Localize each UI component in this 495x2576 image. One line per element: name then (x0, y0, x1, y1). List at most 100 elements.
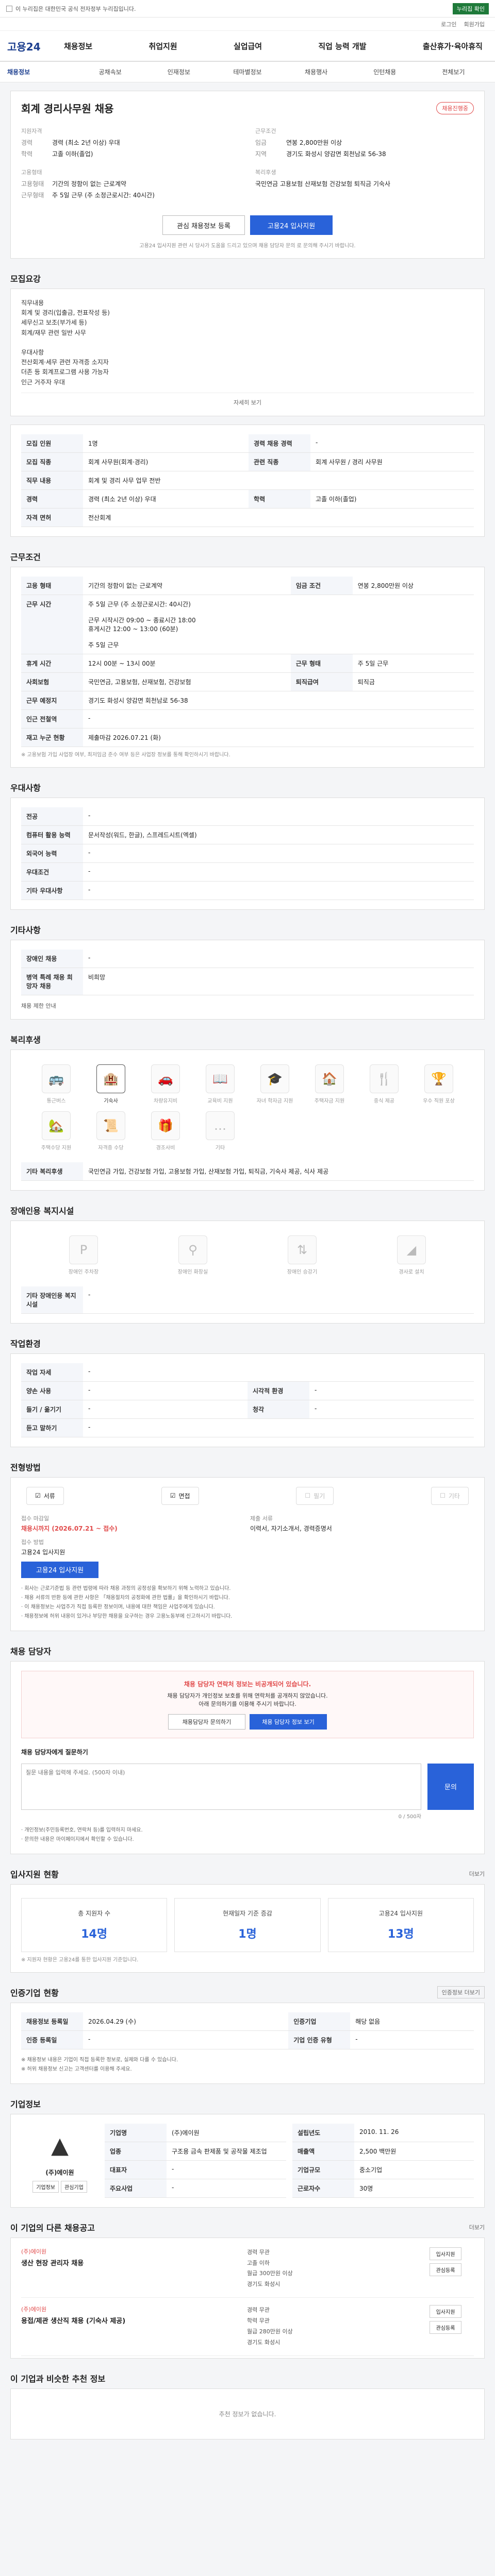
row-key: 경력 (21, 139, 33, 146)
row-key: 고용 형태 (21, 576, 83, 595)
status-badge: 채용진행중 (436, 101, 474, 114)
company-info-button[interactable]: 기업정보 (32, 2180, 59, 2193)
section-title: 기타사항 (10, 925, 41, 935)
job-row[interactable]: (주)에이원 생산 현장 관리자 채용 경력 무관 고졸 이하 월급 300만원 이상 경… (21, 2240, 474, 2298)
login-link[interactable]: 로그인 (441, 20, 456, 28)
row-key: 지역 (255, 150, 267, 158)
note-line: ※ 채용정보 내용은 기업이 직접 등록한 정보로, 실제와 다를 수 있습니다… (21, 2057, 178, 2063)
nav-item[interactable]: 직업 능력 개발 (318, 41, 366, 52)
favorite-button[interactable]: 관심등록 (429, 2321, 462, 2334)
prefer-table: 전공 - 컴퓨터 활용 능력 문서작성(워드, 한글), 스프레드시트(엑셀) 외국어 … (10, 797, 485, 910)
row-value: 고졸 이하(졸업) (52, 150, 93, 158)
row-value: 경기도 화성시 양감면 회천남로 56-38 (83, 691, 474, 710)
row-key: 들기 / 옮기기 (21, 1400, 83, 1419)
site-logo[interactable]: 고용24 (7, 39, 64, 54)
more-link[interactable]: 더보기 (469, 2223, 485, 2231)
method-option: ☑ 서류 (26, 1486, 64, 1505)
table-row: 재고 누군 현황 제출마감 2026.07.21 (화) (21, 728, 474, 747)
contact-info-button[interactable]: 채용 담당자 정보 보기 (250, 1714, 327, 1730)
row-value: - (167, 2179, 286, 2198)
row-key: 컴퓨터 활용 능력 (21, 825, 83, 844)
row-value: 경기도 화성시 양감면 회천남로 56-38 (286, 150, 386, 158)
favorite-company-button[interactable]: 관심기업 (61, 2180, 87, 2193)
job-title[interactable]: 생산 현장 관리자 채용 (21, 2258, 247, 2267)
favorite-button[interactable]: 관심등록 (429, 2263, 462, 2276)
row-key: 기타 우대사항 (21, 881, 83, 900)
welfare-label: 기숙사 (104, 1098, 118, 1104)
verify-button[interactable]: 누리집 확인 (452, 3, 489, 14)
job-row[interactable]: (주)에이원 용접/제관 생산직 채용 (기숙사 제공) 경력 무관 학력 무관 월급 … (21, 2298, 474, 2356)
toilet-icon: ⚲ (178, 1235, 207, 1264)
section-title: 복리후생 (10, 1035, 41, 1045)
more-link[interactable]: 더보기 (469, 1870, 485, 1878)
condition-block: 근무조건 임금 연봉 2,800만원 이상 지역 경기도 화성시 양감면 회천남로 … (255, 127, 474, 161)
welfare-label: 자녀 학자금 지원 (256, 1098, 293, 1104)
apply-button[interactable]: 고용24 입사지원 (21, 1561, 98, 1578)
nav-item[interactable]: 채용정보 (64, 41, 92, 52)
row-key: 직무 내용 (21, 471, 83, 490)
welfare-item: 🏨 기숙사 (86, 1064, 136, 1104)
sub-nav-item[interactable]: 채용행사 (282, 67, 351, 76)
job-meta-item: 경력 무관 (247, 2307, 270, 2314)
row-key: 근로자수 (292, 2179, 354, 2198)
row-value: 회계 사무원(회계·경리) (83, 452, 249, 471)
table-row: 인증 등록일 - 기업 인증 유형 - (21, 2030, 474, 2049)
restriction-link[interactable]: 채용 제한 안내 (21, 1002, 474, 1010)
sub-nav-item[interactable]: 전체보기 (419, 67, 488, 76)
row-value: 회계 및 경리 사무 업무 전반 (83, 471, 474, 490)
job-meta-item: 월급 300만원 이상 (247, 2270, 293, 2277)
nav-item[interactable]: 취업지원 (148, 41, 177, 52)
row-value: 연봉 2,800만원 이상 (286, 139, 342, 146)
more-button[interactable]: 자세히 보기 (21, 392, 474, 406)
row-value: 이력서, 자기소개서, 경력증명서 (250, 1524, 332, 1532)
sub-nav-item[interactable]: 인재정보 (144, 67, 213, 76)
section-title: 작업환경 (10, 1338, 41, 1349)
nav-item[interactable]: 출산휴가·육아휴직 (423, 41, 483, 52)
apply-button[interactable]: 입사지원 (429, 2247, 462, 2260)
welfare-label: 자격증 수당 (98, 1145, 124, 1151)
table-row: 업종 구조용 금속 판제품 및 공작물 제조업 (105, 2142, 286, 2161)
employment-block: 고용형태 고용형태 기간의 정함이 없는 근로계약 근무형태 주 5일 근무 (주 … (21, 168, 240, 202)
welfare-item: 🍴 중식 제공 (359, 1064, 409, 1104)
conditions-note: ※ 고용보험 가입 사업장 여부, 최저임금 준수 여부 등은 사업장 정보를 … (21, 752, 230, 758)
apply-button[interactable]: 입사지원 (429, 2305, 462, 2318)
row-key: 접수 마감일 (21, 1515, 50, 1522)
table-row: 듣고 말하기 - (21, 1418, 474, 1437)
row-value: 국민연금 가입, 건강보험 가입, 고용보험 가입, 산재보험 가입, 퇴직금,… (83, 1162, 474, 1181)
table-row: 기업명 (주)에이원 (105, 2123, 286, 2142)
sub-nav-item[interactable]: 공채속보 (76, 67, 144, 76)
sub-nav-item[interactable]: 테마별정보 (213, 67, 282, 76)
row-value: - (83, 862, 474, 882)
question-input[interactable] (21, 1763, 421, 1810)
row-value: - (83, 807, 474, 826)
more-link[interactable]: 인증정보 더보기 (437, 1986, 485, 1998)
empty-state: 추천 정보가 없습니다. (10, 2388, 485, 2439)
note-line: · 개인정보(주민등록번호, 연락처 등)를 입력하지 마세요. (21, 1827, 143, 1833)
nav-item[interactable]: 실업급여 (234, 41, 262, 52)
question-label: 채용 담당자에게 질문하기 (21, 1748, 88, 1756)
table-row: 전공 - (21, 807, 474, 826)
sub-nav-item[interactable]: 인턴채용 (351, 67, 419, 76)
note-line: · 회사는 근로기준법 등 관련 법령에 따라 채용 과정의 공정성을 확보하기… (21, 1585, 231, 1591)
row-value: 해당 없음 (350, 2012, 474, 2031)
stats-card: 총 지원자 수 14명 현재일자 기준 증감 1명 고용24 입사지원 13명 ※ 지원자… (10, 1884, 485, 1973)
apply-button[interactable]: 고용24 입사지원 (250, 215, 333, 235)
table-row: 휴게 시간 12시 00분 ~ 13시 00분 근무 형태 주 5일 근무 (21, 654, 474, 673)
job-company: (주)에이원 (21, 2248, 47, 2255)
job-meta-item: 경력 무관 (247, 2248, 270, 2256)
join-link[interactable]: 회원가입 (464, 20, 485, 28)
question-submit-button[interactable]: 문의 (427, 1763, 474, 1810)
row-value: - (83, 1381, 248, 1400)
row-key: 기업 인증 유형 (288, 2030, 351, 2049)
note-line: ※ 허위 채용정보 신고는 고객센터를 이용해 주세요. (21, 2066, 132, 2072)
row-key: 학력 (21, 150, 33, 158)
scrap-button[interactable]: 관심 채용정보 등록 (162, 215, 245, 235)
qualification-block: 지원자격 경력 경력 (최소 2년 이상) 우대 학력 고졸 이하(졸업) (21, 127, 240, 161)
inquiry-button[interactable]: 채용담당자 문의하기 (168, 1714, 245, 1730)
row-value: 주 5일 근무 (주 소정근로시간: 40시간) (52, 192, 155, 199)
method-label: 면접 (178, 1492, 190, 1500)
welfare-label: 차량유지비 (154, 1098, 177, 1104)
sub-nav-item[interactable]: 채용정보 (7, 67, 76, 76)
job-title[interactable]: 용접/제관 생산직 채용 (기숙사 제공) (21, 2315, 247, 2325)
table-row: 외국어 능력 - (21, 844, 474, 863)
